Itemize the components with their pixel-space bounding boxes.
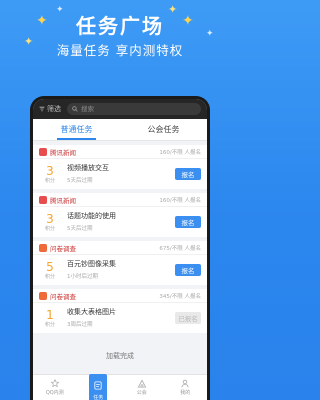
phone-screen: 筛选 普通任务 公会任务 腾讯新闻 160/不限 人报名 3 [33,99,207,400]
task-source: 腾讯新闻 [50,196,76,205]
task-card-header: 腾讯新闻 160/不限 人报名 [33,193,207,207]
filter-icon [39,106,45,112]
nav-item-tasks[interactable]: 任务 [77,373,121,400]
task-name: 收集大表格图片 [67,308,116,317]
signup-count: 675/不限 人报名 [159,245,201,252]
load-complete-text: 加载完成 [106,352,134,360]
signup-count: 160/不限 人报名 [159,197,201,204]
task-name: 百元钞图像采集 [67,260,116,269]
signed-up-button[interactable]: 已报名 [175,312,201,324]
hero-title: 任务广场 [76,14,164,38]
task-expire: 1小时后过期 [67,273,98,280]
task-source: 腾讯新闻 [50,148,76,157]
search-box[interactable] [67,103,201,115]
nav-label: 任务 [93,394,104,400]
nav-label: QQ内测 [45,390,64,396]
signup-button[interactable]: 报名 [175,168,201,180]
bottom-nav: QQ内测 任务 公会 我的 [33,373,208,400]
task-name: 视频播放交互 [67,164,109,173]
nav-item-guild[interactable]: 公会 [120,375,164,400]
task-card-body: 1 积分 收集大表格图片 3周后过期 已报名 [33,303,207,333]
survey-icon [39,291,47,300]
signup-button[interactable]: 报名 [175,264,201,276]
task-points: 1 积分 [39,309,61,328]
star-icon [50,379,60,388]
nav-item-mine[interactable]: 我的 [164,375,208,400]
points-value: 5 [46,259,54,274]
task-icon [94,380,102,390]
nav-item-qq-beta[interactable]: QQ内测 [33,375,77,400]
task-info: 话题功能的使用 5天后过期 [61,212,175,231]
top-bar: 筛选 [33,99,207,119]
tencent-icon [39,195,47,204]
task-expire: 5天后过期 [67,177,93,184]
task-source: 问卷调查 [50,292,76,301]
task-expire: 5天后过期 [67,225,93,232]
tab-guild-tasks[interactable]: 公会任务 [120,119,207,140]
task-expire: 3周后过期 [67,321,93,328]
task-points: 3 积分 [39,165,61,184]
signup-count: 345/不限 人报名 [159,293,201,300]
points-value: 3 [46,211,54,226]
task-info: 收集大表格图片 3周后过期 [61,308,175,327]
task-list: 腾讯新闻 160/不限 人报名 3 积分 视频播放交互 5天后过期 报名 腾讯新… [33,141,207,375]
task-card[interactable]: 腾讯新闻 160/不限 人报名 3 积分 视频播放交互 5天后过期 报名 [33,145,207,189]
points-unit: 积分 [44,273,55,280]
task-card-body: 5 积分 百元钞图像采集 1小时后过期 报名 [33,255,207,285]
phone-frame: 筛选 普通任务 公会任务 腾讯新闻 160/不限 人报名 3 [30,96,210,400]
signup-count: 160/不限 人报名 [159,149,201,156]
guild-icon [137,379,147,388]
search-input[interactable] [81,105,196,113]
task-info: 视频播放交互 5天后过期 [61,164,175,183]
nav-label: 公会 [136,390,147,396]
task-card[interactable]: 问卷调查 345/不限 人报名 1 积分 收集大表格图片 3周后过期 已报名 [33,289,207,333]
task-source: 问卷调查 [50,244,76,253]
tencent-icon [39,147,47,156]
user-icon [181,379,189,388]
points-unit: 积分 [44,321,55,328]
points-value: 3 [46,163,54,178]
task-card-body: 3 积分 视频播放交互 5天后过期 报名 [33,159,207,189]
hero-subtitle: 海量任务 享内测特权 [56,43,184,58]
task-card[interactable]: 腾讯新闻 160/不限 人报名 3 积分 话题功能的使用 5天后过期 报名 [33,193,207,237]
signup-button[interactable]: 报名 [175,216,201,228]
task-card-header: 问卷调查 345/不限 人报名 [33,289,207,303]
tab-normal-tasks[interactable]: 普通任务 [33,119,120,140]
filter-button[interactable]: 筛选 [39,104,61,114]
nav-active-box: 任务 [89,373,108,400]
survey-icon [39,243,47,252]
hero-banner: ✦ ✦ ✦ ✦ ✦ ✦ 任务广场 海量任务 享内测特权 [0,0,240,94]
points-unit: 积分 [44,177,55,184]
search-icon [72,106,78,112]
task-card[interactable]: 问卷调查 675/不限 人报名 5 积分 百元钞图像采集 1小时后过期 报名 [33,241,207,285]
task-name: 话题功能的使用 [67,212,116,221]
task-card-body: 3 积分 话题功能的使用 5天后过期 报名 [33,207,207,237]
task-points: 5 积分 [39,261,61,280]
task-tabs: 普通任务 公会任务 [33,119,207,141]
task-card-header: 问卷调查 675/不限 人报名 [33,241,207,255]
nav-label: 我的 [180,390,191,396]
task-card-header: 腾讯新闻 160/不限 人报名 [33,145,207,159]
filter-label: 筛选 [47,105,61,113]
task-points: 3 积分 [39,213,61,232]
task-info: 百元钞图像采集 1小时后过期 [61,260,175,279]
points-unit: 积分 [44,225,55,232]
points-value: 1 [46,307,54,322]
